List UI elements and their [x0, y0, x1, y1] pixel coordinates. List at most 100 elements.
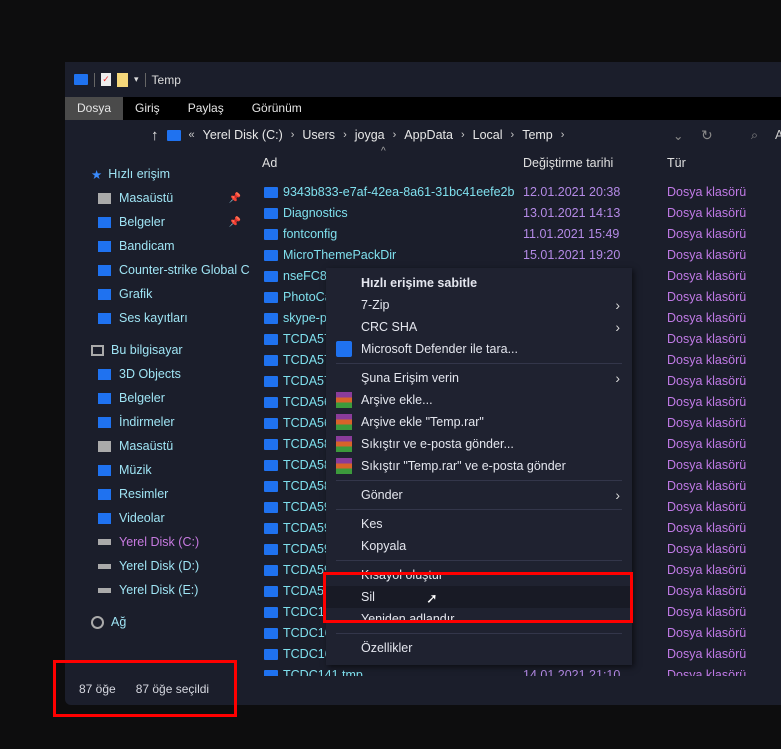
breadcrumb-item[interactable]: Local	[473, 128, 503, 142]
sidebar-item-selected[interactable]: Yerel Disk (C:)	[65, 530, 255, 554]
menu-item-label: Özellikler	[361, 641, 413, 655]
menu-send-to[interactable]: Gönder ›	[326, 484, 632, 506]
history-dropdown-icon[interactable]: ⌄	[673, 128, 683, 143]
refresh-icon[interactable]: ↻	[701, 127, 713, 144]
menu-item-label: Arşive ekle "Temp.rar"	[361, 415, 484, 429]
folder-icon	[264, 250, 278, 261]
file-row[interactable]: fontconfig 11.01.2021 15:49 Dosya klasörü	[255, 224, 781, 245]
customize-dropdown-icon[interactable]: ▾	[134, 74, 139, 85]
sidebar-item[interactable]: Ses kayıtları	[65, 306, 255, 330]
desktop-icon	[98, 440, 111, 452]
up-arrow-icon[interactable]: ↑	[151, 127, 159, 144]
sidebar-item[interactable]: Bandicam	[65, 234, 255, 258]
tab-home[interactable]: Giriş	[123, 97, 172, 120]
search-icon[interactable]: ⌕	[751, 128, 758, 143]
tab-view[interactable]: Görünüm	[240, 97, 314, 120]
file-row[interactable]: TCDC141.tmp 14.01.2021 21:10 Dosya klasörü	[255, 665, 781, 676]
properties-icon[interactable]: ✓	[101, 73, 111, 86]
sidebar-item[interactable]: Yerel Disk (E:)	[65, 578, 255, 602]
chevron-right-icon[interactable]: ›	[461, 129, 465, 141]
file-name: TCDA56	[283, 416, 331, 430]
sidebar-item[interactable]: Masaüstü 📌	[65, 186, 255, 210]
folder-icon	[264, 481, 278, 492]
tab-file[interactable]: Dosya	[65, 97, 124, 120]
file-type: Dosya klasörü	[667, 290, 747, 304]
drive-icon	[98, 587, 111, 593]
sidebar-quick-access[interactable]: ★ Hızlı erişim	[65, 162, 255, 186]
sidebar-item[interactable]: 3D Objects	[65, 362, 255, 386]
menu-add-temp-rar[interactable]: Arşive ekle "Temp.rar"	[326, 411, 632, 433]
sidebar-item[interactable]: Videolar	[65, 506, 255, 530]
sidebar-item[interactable]: Belgeler 📌	[65, 210, 255, 234]
file-type: Dosya klasörü	[667, 353, 747, 367]
music-icon	[98, 464, 111, 476]
breadcrumb-item[interactable]: Yerel Disk (C:)	[203, 128, 283, 142]
chevron-right-icon[interactable]: ›	[561, 129, 565, 141]
file-type: Dosya klasörü	[667, 437, 747, 451]
file-row[interactable]: 9343b833-e7af-42ea-8a61-31bc41eefe2b 12.0…	[255, 182, 781, 203]
sidebar-item[interactable]: İndirmeler	[65, 410, 255, 434]
file-date: 13.01.2021 14:13	[523, 206, 621, 220]
chevron-right-icon: ›	[615, 319, 620, 335]
menu-properties[interactable]: Özellikler	[326, 637, 632, 659]
menu-cut[interactable]: Kes	[326, 513, 632, 535]
menu-crc-sha[interactable]: CRC SHA ›	[326, 316, 632, 338]
file-name: TCDA58	[283, 437, 331, 451]
menu-7zip[interactable]: 7-Zip ›	[326, 294, 632, 316]
documents-icon	[98, 392, 111, 404]
menu-item-label: 7-Zip	[361, 298, 390, 312]
menu-pin-quick-access[interactable]: Hızlı erişime sabitle	[326, 272, 632, 294]
file-type: Dosya klasörü	[667, 458, 747, 472]
chevron-left-icon[interactable]: «	[189, 129, 195, 141]
sidebar-item[interactable]: Grafik	[65, 282, 255, 306]
sidebar-item[interactable]: Yerel Disk (D:)	[65, 554, 255, 578]
folder-icon	[98, 312, 111, 324]
chevron-right-icon[interactable]: ›	[393, 129, 397, 141]
sidebar-item[interactable]: Müzik	[65, 458, 255, 482]
file-name: TCDA57	[283, 332, 331, 346]
address-bar[interactable]: ↑ « Yerel Disk (C:) › Users › joyga › AppDa…	[65, 120, 781, 150]
downloads-icon	[98, 416, 111, 428]
divider	[144, 72, 146, 87]
sidebar-network[interactable]: Ağ	[65, 610, 255, 634]
file-row[interactable]: MicroThemePackDir 15.01.2021 19:20 Dosya k…	[255, 245, 781, 266]
new-folder-icon[interactable]	[117, 72, 128, 87]
menu-copy[interactable]: Kopyala	[326, 535, 632, 557]
sidebar-item[interactable]: Resimler	[65, 482, 255, 506]
sidebar-this-pc[interactable]: Bu bilgisayar	[65, 338, 255, 362]
column-header-type[interactable]: Tür	[667, 156, 686, 170]
file-row[interactable]: Diagnostics 13.01.2021 14:13 Dosya klasörü	[255, 203, 781, 224]
file-type: Dosya klasörü	[667, 668, 747, 676]
file-type: Dosya klasörü	[667, 206, 747, 220]
pictures-icon	[98, 488, 111, 500]
desktop-icon	[98, 192, 111, 204]
divider	[336, 509, 622, 510]
column-header-name[interactable]: Ad	[262, 156, 277, 170]
menu-add-archive[interactable]: Arşive ekle...	[326, 389, 632, 411]
sidebar-item[interactable]: Belgeler	[65, 386, 255, 410]
winrar-icon	[336, 436, 352, 452]
file-name: TCDC141.tmp	[283, 668, 363, 676]
search-input[interactable]: A	[775, 128, 781, 142]
file-name: TCDA58	[283, 479, 331, 493]
menu-item-label: Şuna Erişim verin	[361, 371, 459, 385]
chevron-right-icon[interactable]: ›	[511, 129, 515, 141]
menu-give-access[interactable]: Şuna Erişim verin ›	[326, 367, 632, 389]
menu-compress-rar-email[interactable]: Sıkıştır "Temp.rar" ve e-posta gönder	[326, 455, 632, 477]
breadcrumb-item[interactable]: Users	[302, 128, 335, 142]
menu-defender-scan[interactable]: Microsoft Defender ile tara...	[326, 338, 632, 360]
chevron-right-icon[interactable]: ›	[343, 129, 347, 141]
folder-icon	[264, 418, 278, 429]
sidebar-item[interactable]: Masaüstü	[65, 434, 255, 458]
sidebar-item[interactable]: Counter-strike Global C	[65, 258, 255, 282]
menu-item-label: Gönder	[361, 488, 403, 502]
menu-compress-email[interactable]: Sıkıştır ve e-posta gönder...	[326, 433, 632, 455]
breadcrumb-item[interactable]: joyga	[355, 128, 385, 142]
column-header-date[interactable]: Değiştirme tarihi	[523, 156, 613, 170]
breadcrumb-item[interactable]: Temp	[522, 128, 553, 142]
file-type: Dosya klasörü	[667, 605, 747, 619]
tab-share[interactable]: Paylaş	[172, 97, 240, 120]
chevron-right-icon[interactable]: ›	[291, 129, 295, 141]
divider	[336, 363, 622, 364]
breadcrumb-item[interactable]: AppData	[404, 128, 453, 142]
